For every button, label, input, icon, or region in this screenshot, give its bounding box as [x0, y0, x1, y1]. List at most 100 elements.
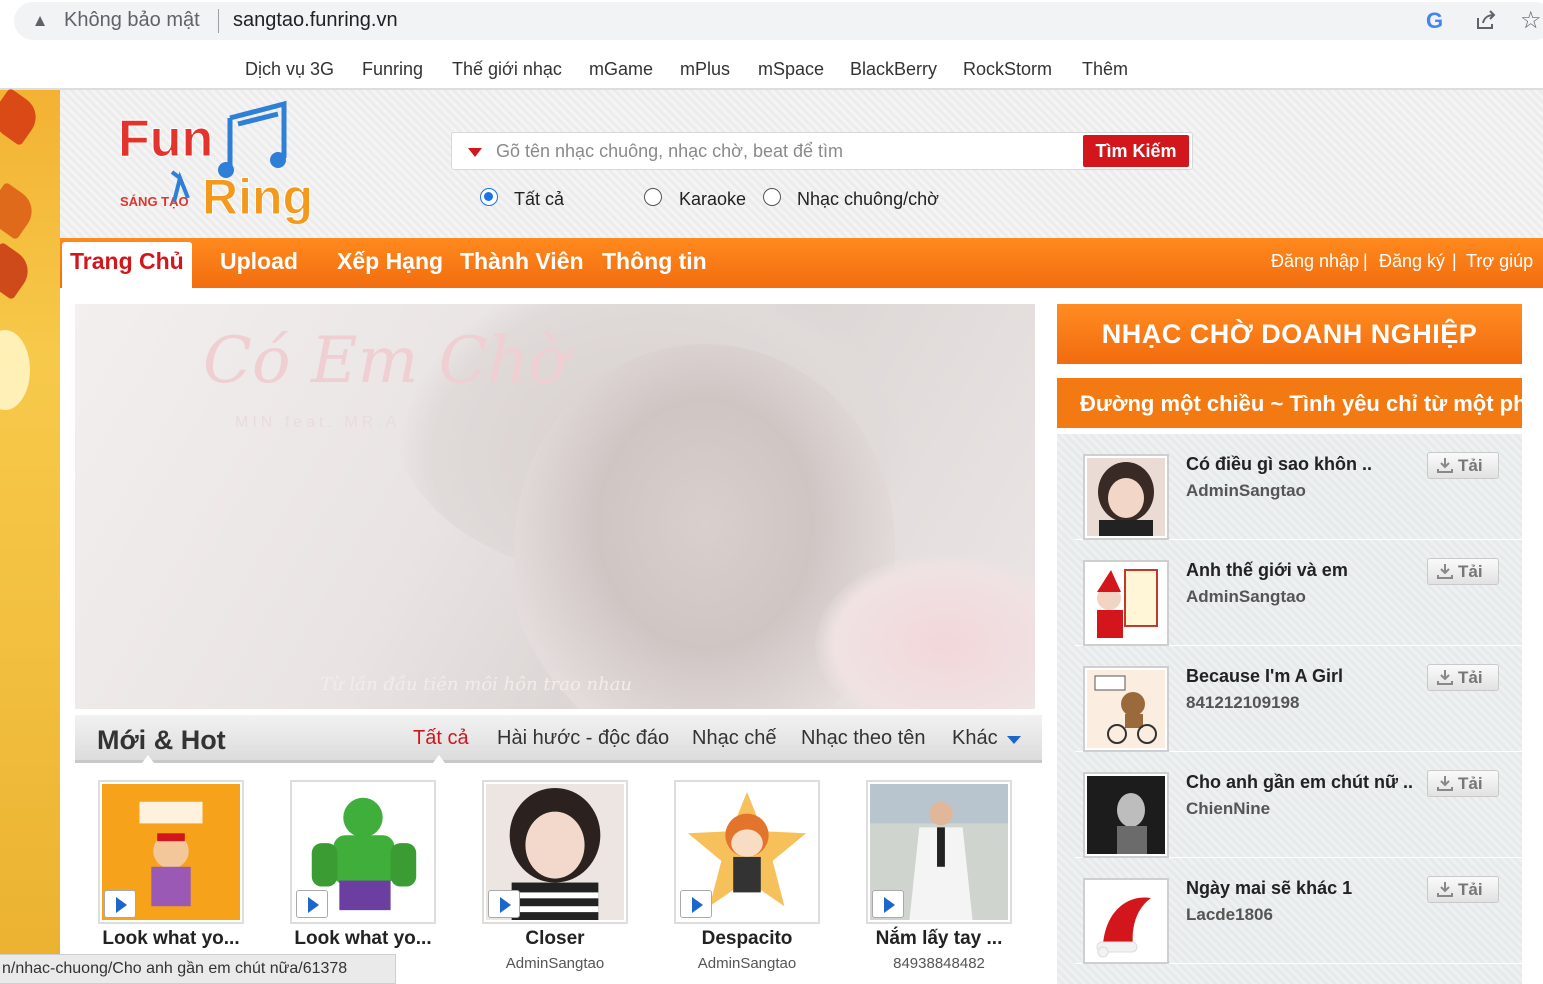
list-item[interactable]: Có điều gì sao khôn .. AdminSangtao Tải: [1075, 434, 1522, 540]
song-card[interactable]: Despacito AdminSangtao: [667, 780, 827, 972]
song-title[interactable]: Despacito: [667, 928, 827, 950]
download-button[interactable]: Tải: [1427, 558, 1499, 585]
login-link[interactable]: Đăng nhập: [1271, 251, 1359, 272]
browser-address-bar: ▲ Không bảo mật sangtao.funring.vn G ☆: [0, 0, 1543, 44]
tab-ranking[interactable]: Xếp Hạng: [337, 248, 443, 275]
radio-karaoke-label: Karaoke: [679, 189, 747, 209]
security-label[interactable]: Không bảo mật: [64, 9, 200, 32]
register-link[interactable]: Đăng ký: [1379, 251, 1445, 272]
song-user[interactable]: 84938848482: [859, 955, 1019, 972]
filter-by-name[interactable]: Nhạc theo tên: [801, 727, 926, 750]
list-item-user[interactable]: AdminSangtao: [1186, 481, 1306, 501]
tab-info[interactable]: Thông tin: [602, 248, 707, 275]
song-title[interactable]: Look what yo...: [283, 928, 443, 950]
list-item-thumbnail[interactable]: [1083, 666, 1169, 752]
song-card[interactable]: Look what yo... ao: [283, 780, 443, 972]
play-icon[interactable]: [872, 890, 904, 918]
google-icon[interactable]: G: [1426, 8, 1443, 34]
song-user[interactable]: AdminSangtao: [667, 955, 827, 972]
list-item[interactable]: Ngày mai sẽ khác 1 Lacde1806 Tải: [1075, 858, 1522, 964]
tab-members[interactable]: Thành Viên: [460, 248, 584, 275]
list-item[interactable]: Anh thế giới và em AdminSangtao Tải: [1075, 540, 1522, 646]
download-icon: [1437, 882, 1453, 897]
list-item-thumbnail[interactable]: [1083, 878, 1169, 964]
svg-text:Ring: Ring: [202, 169, 313, 224]
radio-karaoke[interactable]: [644, 188, 662, 206]
search-input[interactable]: [496, 137, 1076, 165]
list-item-user[interactable]: 841212109198: [1186, 693, 1299, 713]
list-item-thumbnail[interactable]: [1083, 772, 1169, 858]
list-item[interactable]: Cho anh gần em chút nữ .. ChienNine Tải: [1075, 752, 1522, 858]
play-icon[interactable]: [488, 890, 520, 918]
song-user[interactable]: AdminSangtao: [475, 955, 635, 972]
download-button[interactable]: Tải: [1427, 664, 1499, 691]
radio-all-label: Tất cả: [514, 189, 565, 209]
service-nav-item[interactable]: RockStorm: [963, 59, 1052, 80]
list-item-title[interactable]: Cho anh gần em chút nữ ..: [1186, 772, 1413, 793]
song-thumbnail[interactable]: [98, 780, 244, 924]
section-title: Mới & Hot: [97, 725, 226, 755]
banner-caption: Từ lần đầu tiên môi hôn trao nhau: [320, 674, 633, 695]
funring-logo[interactable]: Fun SÁNG TẠO Ring: [118, 98, 328, 224]
tab-upload[interactable]: Upload: [220, 248, 298, 275]
featured-banner[interactable]: Có Em Chờ MIN feat. MR.A Từ lần đầu tiên…: [75, 304, 1035, 709]
filter-other[interactable]: Khác: [952, 727, 998, 750]
filter-all[interactable]: Tất cả: [413, 727, 469, 750]
tab-home[interactable]: Trang Chủ: [62, 242, 192, 288]
logo-subtext: SÁNG TẠO: [120, 194, 189, 209]
service-nav-item[interactable]: mSpace: [758, 59, 824, 80]
list-item-title[interactable]: Because I'm A Girl: [1186, 666, 1343, 687]
playlist-header[interactable]: Đường một chiều ~ Tình yêu chỉ từ một ph…: [1057, 378, 1522, 428]
download-button[interactable]: Tải: [1427, 876, 1499, 903]
warning-icon[interactable]: ▲: [30, 11, 50, 31]
service-nav-item[interactable]: Funring: [362, 59, 423, 80]
svg-text:Fun: Fun: [118, 110, 213, 168]
song-title[interactable]: Look what yo...: [91, 928, 251, 950]
santa-art: [1087, 564, 1165, 642]
help-link[interactable]: Trợ giúp: [1466, 251, 1533, 272]
right-sidebar: NHẠC CHỜ DOANH NGHIỆP Đường một chiều ~ …: [1057, 304, 1522, 984]
list-item[interactable]: Because I'm A Girl 841212109198 Tải: [1075, 646, 1522, 752]
search-type-dropdown-icon[interactable]: [468, 148, 482, 157]
song-thumbnail[interactable]: [674, 780, 820, 924]
play-icon[interactable]: [104, 890, 136, 918]
service-nav-item-more[interactable]: Thêm: [1082, 59, 1128, 80]
service-nav-item[interactable]: Thế giới nhạc: [452, 59, 562, 80]
song-thumbnail[interactable]: [290, 780, 436, 924]
leaf-decoration: [0, 181, 41, 241]
service-nav-item[interactable]: mGame: [589, 59, 653, 80]
song-title[interactable]: Nắm lấy tay ...: [859, 928, 1019, 950]
song-card[interactable]: Nắm lấy tay ... 84938848482: [859, 780, 1019, 972]
search-button[interactable]: Tìm Kiếm: [1083, 135, 1189, 167]
list-item-user[interactable]: ChienNine: [1186, 799, 1270, 819]
filter-parody[interactable]: Nhạc chế: [692, 727, 777, 750]
song-title[interactable]: Closer: [475, 928, 635, 950]
service-nav-item[interactable]: Dịch vụ 3G: [245, 59, 334, 80]
service-nav-item[interactable]: BlackBerry: [850, 59, 937, 80]
filter-funny[interactable]: Hài hước - độc đáo: [497, 727, 669, 750]
song-thumbnail[interactable]: [866, 780, 1012, 924]
chevron-down-icon[interactable]: [1007, 736, 1021, 744]
url-text[interactable]: sangtao.funring.vn: [233, 9, 398, 32]
list-item-title[interactable]: Có điều gì sao khôn ..: [1186, 454, 1372, 475]
business-ringback-banner[interactable]: NHẠC CHỜ DOANH NGHIỆP: [1057, 304, 1522, 364]
list-item-title[interactable]: Anh thế giới và em: [1186, 560, 1348, 581]
download-button[interactable]: Tải: [1427, 452, 1499, 479]
radio-ringtone[interactable]: [763, 188, 781, 206]
radio-all[interactable]: [480, 188, 498, 206]
share-icon[interactable]: [1474, 8, 1498, 32]
download-button[interactable]: Tải: [1427, 770, 1499, 797]
list-item-user[interactable]: Lacde1806: [1186, 905, 1273, 925]
play-icon[interactable]: [296, 890, 328, 918]
list-item-user[interactable]: AdminSangtao: [1186, 587, 1306, 607]
song-thumbnail[interactable]: [482, 780, 628, 924]
play-icon[interactable]: [680, 890, 712, 918]
list-item-thumbnail[interactable]: [1083, 560, 1169, 646]
list-item-thumbnail[interactable]: [1083, 454, 1169, 540]
song-card[interactable]: Look what yo...: [91, 780, 251, 955]
radio-ringtone-label: Nhạc chuông/chờ: [797, 189, 939, 209]
star-icon[interactable]: ☆: [1520, 6, 1542, 35]
song-card[interactable]: Closer AdminSangtao: [475, 780, 635, 972]
list-item-title[interactable]: Ngày mai sẽ khác 1: [1186, 878, 1352, 899]
service-nav-item[interactable]: mPlus: [680, 59, 730, 80]
